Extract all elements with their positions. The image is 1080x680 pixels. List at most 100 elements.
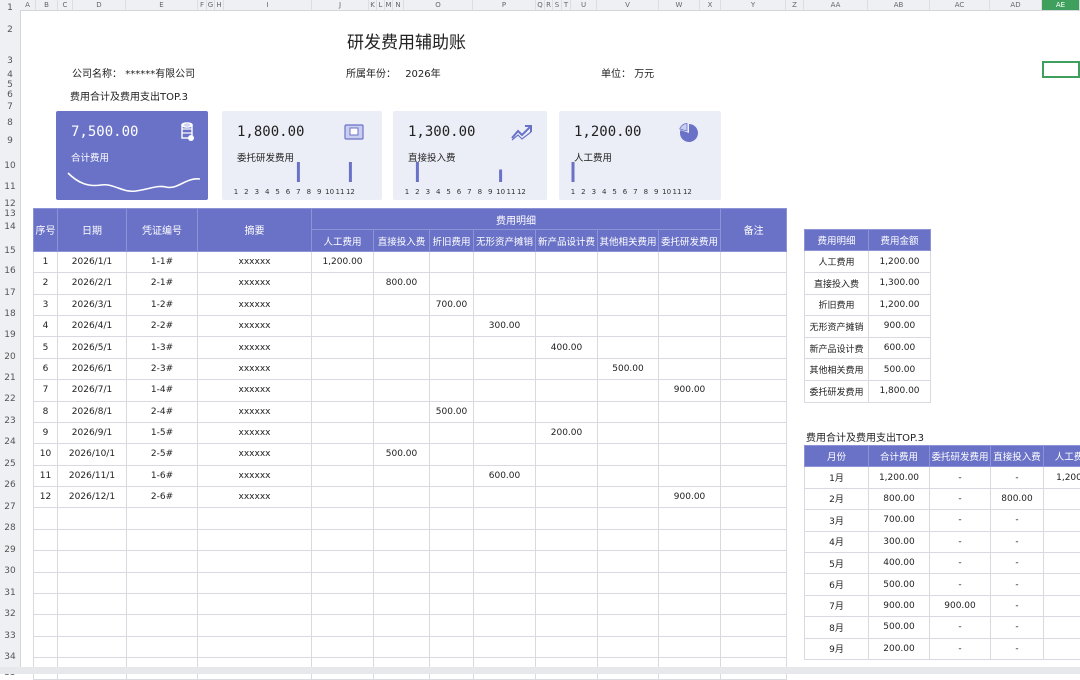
table-row[interactable]: 122026/12/12-6#xxxxxx900.00 [34,487,787,508]
cell-amount[interactable] [430,273,474,294]
cell-empty[interactable] [598,572,659,593]
col-date[interactable]: 日期 [58,209,127,252]
cell-seq[interactable]: 2 [34,273,58,294]
cell-empty[interactable] [374,636,430,657]
cell-monthly[interactable]: 400.00 [869,552,930,573]
cell-monthly[interactable] [1044,531,1080,552]
column-header-cell[interactable]: Q [536,0,545,10]
cell-empty[interactable] [198,636,312,657]
cell-empty[interactable] [659,615,721,636]
cell-empty[interactable] [721,529,787,550]
row-header-cell[interactable]: 33 [0,631,20,641]
row-header-cell[interactable]: 27 [0,502,20,512]
cell-empty[interactable] [598,551,659,572]
cell-summary[interactable]: xxxxxx [198,273,312,294]
col-monthly-3[interactable]: 委托研发费用 [930,446,991,467]
cell-amount[interactable] [598,422,659,443]
cell-amount[interactable] [536,444,598,465]
cell-empty[interactable] [474,615,536,636]
cell-empty[interactable] [58,572,127,593]
column-header-cell[interactable]: U [571,0,597,10]
cell-amount[interactable] [474,401,536,422]
cell-empty[interactable] [312,615,374,636]
cell-empty[interactable] [58,529,127,550]
cell-monthly[interactable]: - [991,510,1044,531]
col-detail-7[interactable]: 委托研发费用 [659,230,721,251]
cell-empty[interactable] [659,594,721,615]
cell-voucher[interactable]: 1-5# [127,422,198,443]
monthly-row[interactable]: 5月400.00-- [805,552,1080,573]
cell-empty[interactable] [34,508,58,529]
cell-amount[interactable] [536,294,598,315]
column-header-cell[interactable]: N [393,0,404,10]
cell-empty[interactable] [127,551,198,572]
cell-monthly[interactable] [1044,638,1080,659]
cell-empty[interactable] [598,594,659,615]
cell-monthly[interactable]: 900.00 [930,595,991,616]
cell-empty[interactable] [430,529,474,550]
cell-empty[interactable] [659,636,721,657]
row-header-cell[interactable]: 10 [0,161,20,171]
cell-monthly[interactable]: 800.00 [991,488,1044,509]
col-summary[interactable]: 摘要 [198,209,312,252]
column-header-cell[interactable]: A [20,0,36,10]
row-header-cell[interactable]: 7 [0,102,20,112]
cell-amount[interactable] [659,422,721,443]
column-header-cell[interactable]: X [700,0,721,10]
empty-row[interactable] [34,551,787,572]
row-header-cell[interactable]: 12 [0,199,20,209]
empty-row[interactable] [34,529,787,550]
cell-empty[interactable] [474,572,536,593]
cell-amount[interactable] [474,337,536,358]
empty-row[interactable] [34,636,787,657]
cell-empty[interactable] [34,636,58,657]
cell-amount[interactable] [312,380,374,401]
cell-empty[interactable] [198,615,312,636]
cell-seq[interactable]: 3 [34,294,58,315]
summary-row[interactable]: 委托研发费用1,800.00 [805,380,931,402]
row-header-cell[interactable]: 34 [0,652,20,662]
cell-monthly[interactable]: 500.00 [869,617,930,638]
row-header-cell[interactable]: 31 [0,588,20,598]
cell-amount[interactable] [312,358,374,379]
cell-amount[interactable] [598,465,659,486]
cell-monthly[interactable] [1044,510,1080,531]
cell-voucher[interactable]: 1-3# [127,337,198,358]
cell-amount[interactable] [598,487,659,508]
cell-remark[interactable] [721,315,787,336]
cell-empty[interactable] [659,572,721,593]
cell-amount[interactable]: 700.00 [430,294,474,315]
cell-monthly[interactable]: - [991,638,1044,659]
empty-row[interactable] [34,594,787,615]
cell-amount[interactable] [474,487,536,508]
cell-empty[interactable] [721,551,787,572]
row-header-cell[interactable]: 32 [0,609,20,619]
cell-monthly[interactable]: 900.00 [869,595,930,616]
cell-empty[interactable] [58,636,127,657]
table-row[interactable]: 62026/6/12-3#xxxxxx500.00 [34,358,787,379]
table-row[interactable]: 112026/11/11-6#xxxxxx600.00 [34,465,787,486]
cell-amount[interactable] [536,273,598,294]
cell-empty[interactable] [34,572,58,593]
cell-amount[interactable] [598,401,659,422]
monthly-row[interactable]: 6月500.00-- [805,574,1080,595]
cell-amount[interactable] [374,465,430,486]
cell-voucher[interactable]: 2-4# [127,401,198,422]
cell-amount[interactable] [374,380,430,401]
row-header-cell[interactable]: 28 [0,523,20,533]
cell-empty[interactable] [659,551,721,572]
cell-empty[interactable] [430,594,474,615]
row-header-cell[interactable]: 18 [0,309,20,319]
cell-amount[interactable] [374,315,430,336]
cell-amount[interactable] [659,315,721,336]
row-header-cell[interactable]: 3 [0,56,20,66]
cell-date[interactable]: 2026/12/1 [58,487,127,508]
cell-amount[interactable]: 500.00 [430,401,474,422]
col-seq[interactable]: 序号 [34,209,58,252]
cell-expense-amount[interactable]: 1,800.00 [869,380,931,402]
cell-empty[interactable] [598,529,659,550]
cell-empty[interactable] [474,508,536,529]
monthly-row[interactable]: 8月500.00-- [805,617,1080,638]
cell-amount[interactable] [598,380,659,401]
cell-summary[interactable]: xxxxxx [198,422,312,443]
